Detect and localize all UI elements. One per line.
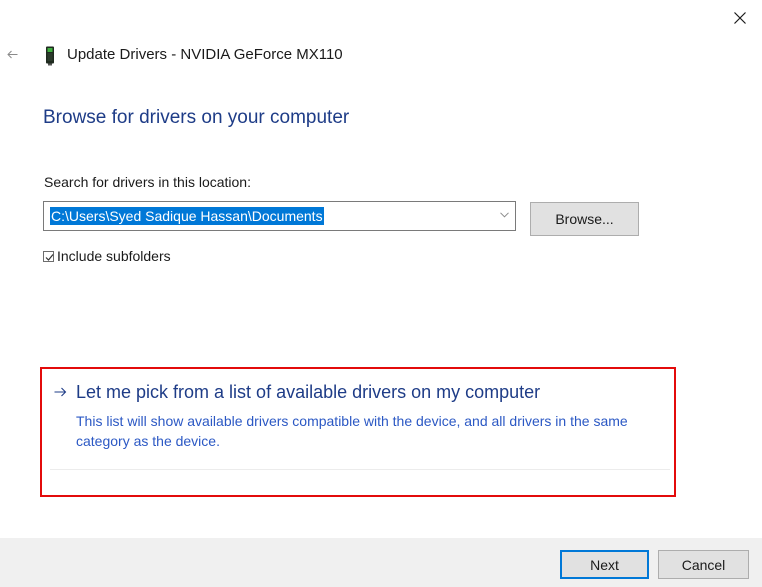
next-button[interactable]: Next	[560, 550, 649, 579]
cancel-button[interactable]: Cancel	[658, 550, 749, 579]
location-value[interactable]: C:\Users\Syed Sadique Hassan\Documents	[50, 207, 324, 225]
window-title: Update Drivers - NVIDIA GeForce MX110	[67, 46, 343, 63]
search-location-label: Search for drivers in this location:	[44, 174, 251, 190]
display-adapter-icon	[46, 46, 54, 66]
back-button[interactable]	[2, 44, 24, 66]
location-combo-box[interactable]: C:\Users\Syed Sadique Hassan\Documents	[43, 201, 516, 231]
close-icon	[734, 12, 746, 24]
include-subfolders-checkbox[interactable]	[43, 251, 54, 262]
footer-bar: Next Cancel	[0, 538, 762, 587]
close-button[interactable]	[726, 4, 754, 32]
include-subfolders-label: Include subfolders	[57, 248, 171, 264]
page-heading: Browse for drivers on your computer	[43, 107, 350, 128]
chevron-down-icon[interactable]	[500, 212, 509, 218]
browse-button[interactable]: Browse...	[530, 202, 639, 236]
highlight-annotation-box	[40, 367, 676, 497]
checkmark-icon	[45, 254, 54, 261]
back-arrow-icon	[7, 50, 18, 59]
